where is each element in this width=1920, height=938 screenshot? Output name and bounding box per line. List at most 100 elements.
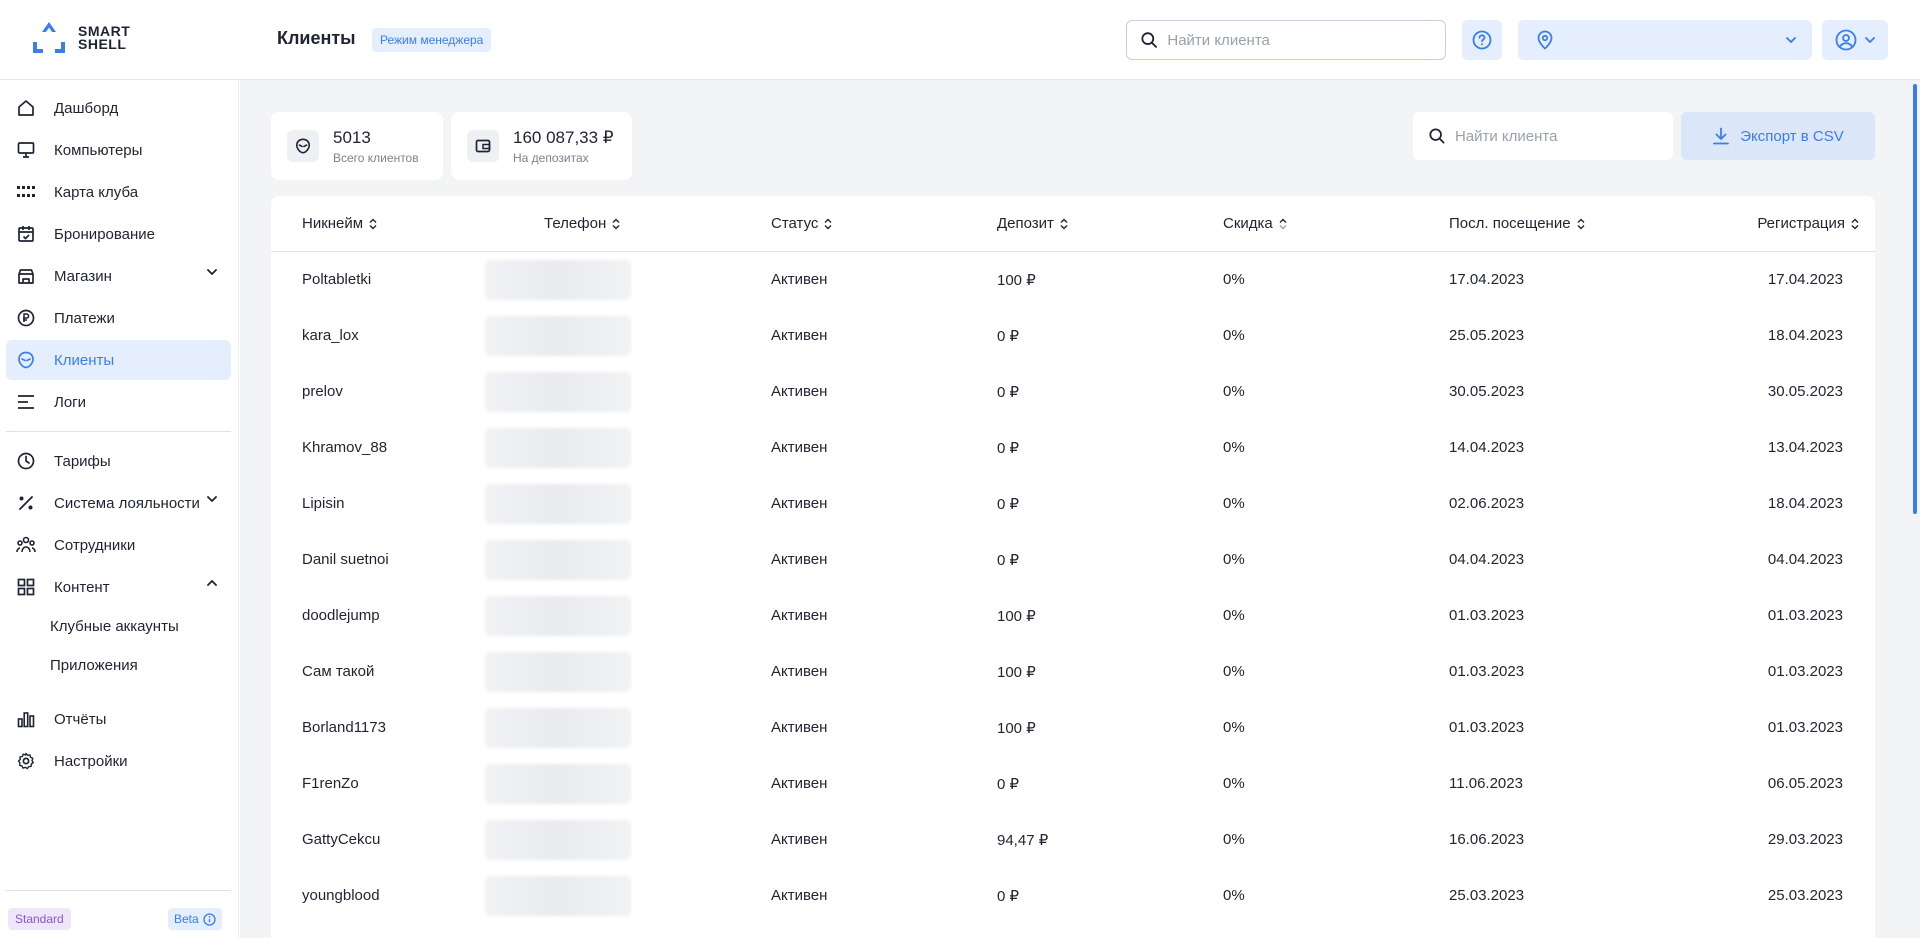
sidebar-item-tariffs[interactable]: Тарифы xyxy=(6,441,231,481)
column-header-label: Посл. посещение xyxy=(1449,215,1571,232)
manager-mode-badge: Режим менеджера xyxy=(372,28,492,52)
table-row[interactable]: Poltabletki Активен 100 ₽ 0% 17.04.2023 17.04… xyxy=(271,252,1875,308)
export-csv-button[interactable]: Экспорт в CSV xyxy=(1681,112,1875,160)
column-header-last-visit[interactable]: Посл. посещение xyxy=(1449,215,1585,232)
column-header-label: Телефон xyxy=(544,215,607,232)
cell-last-visit: 04.04.2023 xyxy=(1449,551,1525,568)
phone-blurred xyxy=(485,652,631,692)
table-row[interactable]: Danil suetnoi Активен 0 ₽ 0% 04.04.2023 04.04… xyxy=(271,532,1875,588)
column-header-nickname[interactable]: Никнейм xyxy=(302,215,377,232)
column-header-discount[interactable]: Скидка xyxy=(1223,215,1287,232)
sidebar-item-settings[interactable]: Настройки xyxy=(6,741,231,781)
smart-shell-logo-icon xyxy=(30,20,68,56)
sidebar-item-loyalty[interactable]: Система лояльности xyxy=(6,483,231,523)
table-row[interactable]: GattyCekcu Активен 94,47 ₽ 0% 16.06.2023 29.0… xyxy=(271,812,1875,868)
cell-deposit: 100 ₽ xyxy=(997,272,1036,289)
calendar-check-icon xyxy=(16,224,36,244)
sidebar-item-label: Настройки xyxy=(54,752,128,770)
sidebar-subitem-apps[interactable]: Приложения xyxy=(50,657,138,674)
cell-nickname: Lipisin xyxy=(302,495,345,512)
logo-text-line2: SHELL xyxy=(78,36,127,52)
sidebar-item-club-map[interactable]: Карта клуба xyxy=(6,172,231,212)
percent-icon xyxy=(16,493,36,513)
cell-discount: 0% xyxy=(1223,495,1245,512)
info-icon xyxy=(203,912,216,926)
sidebar-item-clients[interactable]: Клиенты xyxy=(6,340,231,380)
cell-last-visit: 01.03.2023 xyxy=(1449,663,1525,680)
phone-blurred xyxy=(485,820,631,860)
sidebar-item-staff[interactable]: Сотрудники xyxy=(6,525,231,565)
help-button[interactable] xyxy=(1462,20,1502,60)
table-row[interactable]: prelov Активен 0 ₽ 0% 30.05.2023 30.05.2023 xyxy=(271,364,1875,420)
cell-last-visit: 25.03.2023 xyxy=(1449,887,1525,904)
sort-icon xyxy=(369,218,377,229)
cell-last-visit: 30.05.2023 xyxy=(1449,383,1525,400)
sidebar-item-booking[interactable]: Бронирование xyxy=(6,214,231,254)
deposits-value: 160 087,33 ₽ xyxy=(513,127,614,147)
table-row[interactable]: Lipisin Активен 0 ₽ 0% 02.06.2023 18.04.2023 xyxy=(271,476,1875,532)
cell-registration: 29.03.2023 xyxy=(1767,831,1843,848)
phone-blurred xyxy=(485,708,631,748)
cell-nickname: prelov xyxy=(302,383,343,400)
sort-icon xyxy=(1279,218,1287,229)
scrollbar-thumb[interactable] xyxy=(1913,84,1917,514)
cell-discount: 0% xyxy=(1223,439,1245,456)
sidebar-item-logs[interactable]: Логи xyxy=(6,382,231,422)
download-icon xyxy=(1713,127,1730,145)
sidebar-item-store[interactable]: Магазин xyxy=(6,256,231,296)
club-location-select[interactable] xyxy=(1518,20,1812,60)
table-row[interactable]: F1renZo Активен 0 ₽ 0% 11.06.2023 06.05.2023 xyxy=(271,756,1875,812)
table-row[interactable]: Сам такой Активен 100 ₽ 0% 01.03.2023 01.03.2… xyxy=(271,644,1875,700)
cell-last-visit: 25.05.2023 xyxy=(1449,327,1525,344)
cell-last-visit: 01.03.2023 xyxy=(1449,607,1525,624)
cell-discount: 0% xyxy=(1223,271,1245,288)
cell-registration: 13.04.2023 xyxy=(1767,439,1843,456)
cell-registration: 25.03.2023 xyxy=(1767,887,1843,904)
sidebar-item-payments[interactable]: Платежи xyxy=(6,298,231,338)
cell-discount: 0% xyxy=(1223,327,1245,344)
chevron-down-icon xyxy=(207,269,217,275)
column-header-deposit[interactable]: Депозит xyxy=(997,215,1068,232)
export-csv-label: Экспорт в CSV xyxy=(1740,127,1844,145)
beta-badge[interactable]: Beta xyxy=(168,908,222,930)
cell-discount: 0% xyxy=(1223,551,1245,568)
logo[interactable]: SMART SHELL xyxy=(30,20,130,56)
cell-deposit: 0 ₽ xyxy=(997,552,1020,569)
table-row[interactable]: Borland1173 Активен 100 ₽ 0% 01.03.2023 01.03… xyxy=(271,700,1875,756)
cell-nickname: F1renZo xyxy=(302,775,359,792)
header-search[interactable] xyxy=(1126,20,1446,60)
sidebar-item-dashboard[interactable]: Дашборд xyxy=(6,88,231,128)
cell-discount: 0% xyxy=(1223,607,1245,624)
table-search-input[interactable] xyxy=(1454,127,1657,145)
table-row[interactable]: kara_lox Активен 0 ₽ 0% 25.05.2023 18.04.2023 xyxy=(271,308,1875,364)
sidebar-subitem-club-accounts[interactable]: Клубные аккаунты xyxy=(50,618,179,635)
monitor-icon xyxy=(16,140,36,160)
table-row[interactable]: youngblood Активен 0 ₽ 0% 25.03.2023 25.03.20… xyxy=(271,868,1875,924)
sidebar-item-content[interactable]: Контент xyxy=(6,567,231,607)
sidebar-item-label: Отчёты xyxy=(54,710,107,728)
column-header-registration[interactable]: Регистрация xyxy=(1757,215,1859,232)
sidebar-item-label: Контент xyxy=(54,578,110,596)
cell-discount: 0% xyxy=(1223,719,1245,736)
sidebar-item-computers[interactable]: Компьютеры xyxy=(6,130,231,170)
user-menu-button[interactable] xyxy=(1822,20,1888,60)
table-row[interactable]: Khramov_88 Активен 0 ₽ 0% 14.04.2023 13.04.20… xyxy=(271,420,1875,476)
chevron-down-icon xyxy=(207,496,217,502)
cell-deposit: 0 ₽ xyxy=(997,384,1020,401)
column-header-status[interactable]: Статус xyxy=(771,215,832,232)
column-header-label: Депозит xyxy=(997,215,1054,232)
cell-status: Активен xyxy=(771,775,828,792)
table-row[interactable]: doodlejump Активен 100 ₽ 0% 01.03.2023 01.03.… xyxy=(271,588,1875,644)
cell-deposit: 100 ₽ xyxy=(997,608,1036,625)
sidebar-item-label: Дашборд xyxy=(54,99,119,117)
sidebar-item-reports[interactable]: Отчёты xyxy=(6,699,231,739)
column-header-phone[interactable]: Телефон xyxy=(544,215,620,232)
cell-last-visit: 14.04.2023 xyxy=(1449,439,1525,456)
table-header: Никнейм Телефон Статус Депозит Скидка Посл. п… xyxy=(271,196,1875,252)
cell-registration: 01.03.2023 xyxy=(1767,607,1843,624)
cell-last-visit: 01.03.2023 xyxy=(1449,719,1525,736)
header-search-input[interactable] xyxy=(1167,31,1431,49)
cell-deposit: 0 ₽ xyxy=(997,888,1020,905)
cell-status: Активен xyxy=(771,607,828,624)
table-search[interactable] xyxy=(1413,112,1673,160)
